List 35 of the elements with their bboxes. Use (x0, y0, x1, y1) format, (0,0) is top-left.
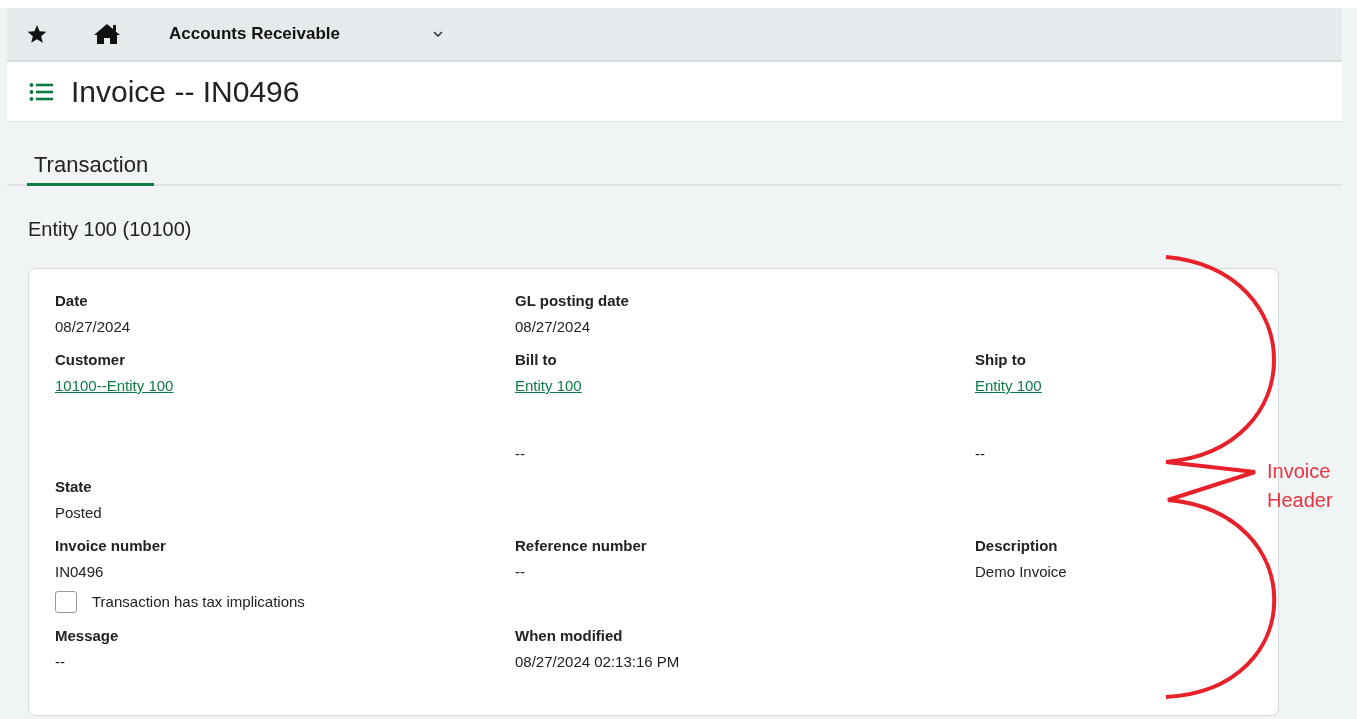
field-label: Customer (55, 350, 126, 370)
chevron-down-icon[interactable] (433, 31, 443, 37)
field-label: When modified (515, 626, 624, 646)
field-value: 08/27/2024 (55, 317, 132, 337)
field-label: GL posting date (515, 291, 630, 311)
checkbox[interactable] (55, 590, 77, 613)
field-value: IN0496 (55, 561, 105, 582)
field-label: Reference number (515, 535, 648, 556)
checkbox-label: Transaction has tax implications (92, 591, 305, 612)
field-link[interactable]: Entity 100 (975, 376, 1042, 396)
field-value: 08/27/2024 02:13:16 PM (515, 652, 681, 672)
module-title: Accounts Receivable (169, 23, 341, 46)
list-icon[interactable] (29, 81, 53, 102)
field-label: State (55, 476, 93, 497)
field-label: Ship to (975, 350, 1027, 370)
field-value: Demo Invoice (975, 561, 1068, 582)
field-value: -- (515, 561, 526, 582)
field-value: -- (55, 652, 66, 672)
field-value: -- (975, 443, 986, 464)
field-label: Date (55, 291, 89, 311)
entity-heading: Entity 100 (10100) (28, 217, 193, 242)
field-label: Description (975, 535, 1059, 556)
page-title: Invoice -- IN0496 (71, 73, 300, 110)
field-label: Message (55, 626, 120, 646)
star-icon[interactable] (27, 24, 47, 44)
field-label: Bill to (515, 350, 558, 370)
home-icon[interactable] (93, 23, 121, 45)
tab[interactable]: Transaction (27, 148, 155, 186)
field-link[interactable]: 10100--Entity 100 (55, 376, 174, 396)
field-value: Posted (55, 502, 103, 523)
annotation-text: Invoice Header (1267, 459, 1334, 513)
field-link[interactable]: Entity 100 (515, 376, 582, 396)
field-value: -- (515, 443, 526, 464)
field-value: 08/27/2024 (515, 317, 592, 337)
field-label: Invoice number (55, 535, 167, 556)
